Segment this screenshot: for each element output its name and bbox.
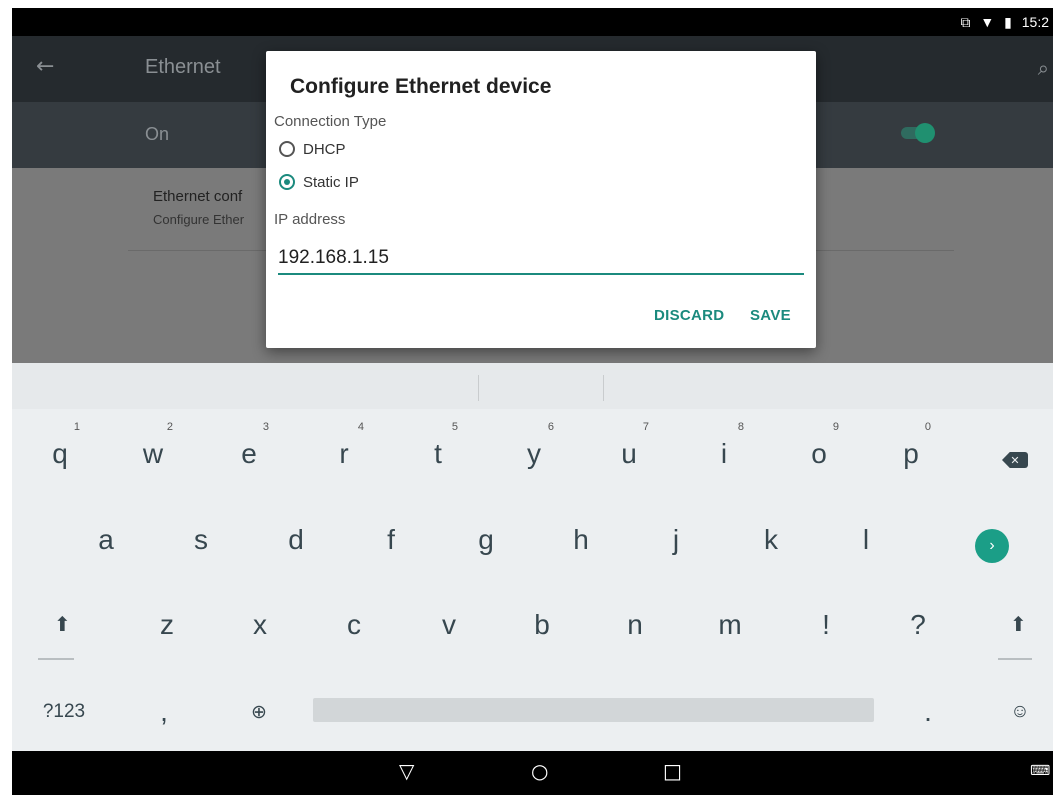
recents-nav-icon[interactable]: □ (663, 759, 682, 783)
key-b[interactable]: b (502, 583, 582, 667)
keyboard-icon[interactable]: ⌨ (1030, 763, 1050, 779)
key-c[interactable]: c (314, 583, 394, 667)
key-f[interactable]: f (351, 498, 431, 582)
key-o[interactable]: 9o (779, 412, 859, 496)
key-label: u (621, 438, 637, 469)
key-v[interactable]: v (409, 583, 489, 667)
key-d[interactable]: d (256, 498, 336, 582)
key-a[interactable]: a (66, 498, 146, 582)
back-nav-icon[interactable]: ▽ (399, 759, 414, 783)
key-hint: 8 (737, 421, 744, 433)
globe-icon[interactable]: ⊕ (219, 670, 299, 754)
radio-option-dhcp[interactable]: DHCP (279, 137, 346, 161)
key-label: r (339, 438, 349, 469)
period-key[interactable]: . (888, 670, 968, 754)
space-bar[interactable] (313, 698, 874, 722)
suggestion-divider (603, 375, 604, 401)
radio-option-static-ip[interactable]: Static IP (279, 170, 359, 194)
shift-indicator (998, 658, 1032, 660)
key-exclamation[interactable]: ! (786, 583, 866, 667)
key-j[interactable]: j (636, 498, 716, 582)
battery-icon: ▮ (1004, 14, 1012, 30)
navigation-bar: ▽ ○ □ ⌨ (12, 751, 1053, 795)
symbols-key[interactable]: ?123 (24, 670, 104, 754)
key-label: t (434, 438, 442, 469)
android-screen: ⧉ ▼ ▮ 15:2 ← Ethernet ⌕ On Ethernet conf… (12, 8, 1053, 795)
key-label: e (241, 438, 257, 469)
key-l[interactable]: l (826, 498, 906, 582)
key-t[interactable]: 5t (398, 412, 478, 496)
shift-indicator (38, 658, 74, 660)
key-hint: 6 (547, 421, 554, 433)
key-z[interactable]: z (127, 583, 207, 667)
key-m[interactable]: m (690, 583, 770, 667)
switch-label: On (145, 124, 170, 144)
key-s[interactable]: s (161, 498, 241, 582)
key-label: y (527, 438, 541, 469)
key-x[interactable]: x (220, 583, 300, 667)
key-e[interactable]: 3e (209, 412, 289, 496)
key-label: o (811, 438, 827, 469)
status-bar: ⧉ ▼ ▮ 15:2 (12, 8, 1053, 36)
comma-key[interactable]: , (124, 670, 204, 754)
ip-address-label: IP address (274, 211, 346, 228)
key-label: i (720, 438, 728, 469)
settings-item-subtitle: Configure Ether (153, 212, 245, 227)
key-k[interactable]: k (731, 498, 811, 582)
search-icon[interactable]: ⌕ (1038, 56, 1049, 80)
key-u[interactable]: 7u (589, 412, 669, 496)
key-label: p (903, 438, 919, 469)
key-hint: 5 (451, 421, 458, 433)
dialog-title: Configure Ethernet device (290, 75, 552, 98)
key-r[interactable]: 4r (304, 412, 384, 496)
key-hint: 9 (832, 421, 839, 433)
radio-button-dhcp[interactable] (279, 141, 295, 157)
shift-icon[interactable]: ⬆ (1010, 612, 1027, 636)
key-question[interactable]: ? (878, 583, 958, 667)
key-hint: 1 (73, 421, 80, 433)
cast-icon: ⧉ (960, 14, 971, 30)
radio-label-static-ip: Static IP (303, 173, 359, 191)
save-button[interactable]: SAVE (750, 307, 791, 324)
emoji-icon[interactable]: ☺ (980, 670, 1053, 754)
key-hint: 2 (166, 421, 173, 433)
clock: 15:2 (1021, 14, 1049, 30)
radio-label-dhcp: DHCP (303, 140, 346, 158)
ethernet-toggle[interactable] (901, 123, 937, 143)
configure-ethernet-dialog: Configure Ethernet device Connection Typ… (266, 51, 816, 348)
enter-arrow-icon[interactable]: › (975, 529, 1009, 563)
key-g[interactable]: g (446, 498, 526, 582)
key-hint: 7 (642, 421, 649, 433)
toggle-knob (915, 123, 935, 143)
page-title: Ethernet (145, 56, 221, 78)
ip-address-field[interactable] (278, 243, 804, 275)
wifi-icon: ▼ (980, 14, 995, 30)
suggestion-divider (478, 375, 479, 401)
key-hint: 0 (924, 421, 931, 433)
discard-button[interactable]: DISCARD (654, 307, 724, 324)
radio-button-static-ip[interactable] (279, 174, 295, 190)
key-n[interactable]: n (595, 583, 675, 667)
connection-type-label: Connection Type (274, 113, 387, 130)
key-i[interactable]: 8i (684, 412, 764, 496)
shift-icon[interactable]: ⬆ (54, 612, 71, 636)
arrow-left-icon[interactable]: ← (36, 54, 54, 79)
key-hint: 3 (262, 421, 269, 433)
key-y[interactable]: 6y (494, 412, 574, 496)
key-w[interactable]: 2w (113, 412, 193, 496)
key-q[interactable]: 1q (20, 412, 100, 496)
suggestion-strip (12, 363, 1053, 409)
key-p[interactable]: 0p (871, 412, 951, 496)
key-hint: 4 (357, 421, 364, 433)
key-h[interactable]: h (541, 498, 621, 582)
key-label: q (52, 438, 68, 469)
key-label: w (142, 438, 164, 469)
home-nav-icon[interactable]: ○ (531, 759, 548, 783)
settings-item-title[interactable]: Ethernet conf (153, 188, 242, 205)
